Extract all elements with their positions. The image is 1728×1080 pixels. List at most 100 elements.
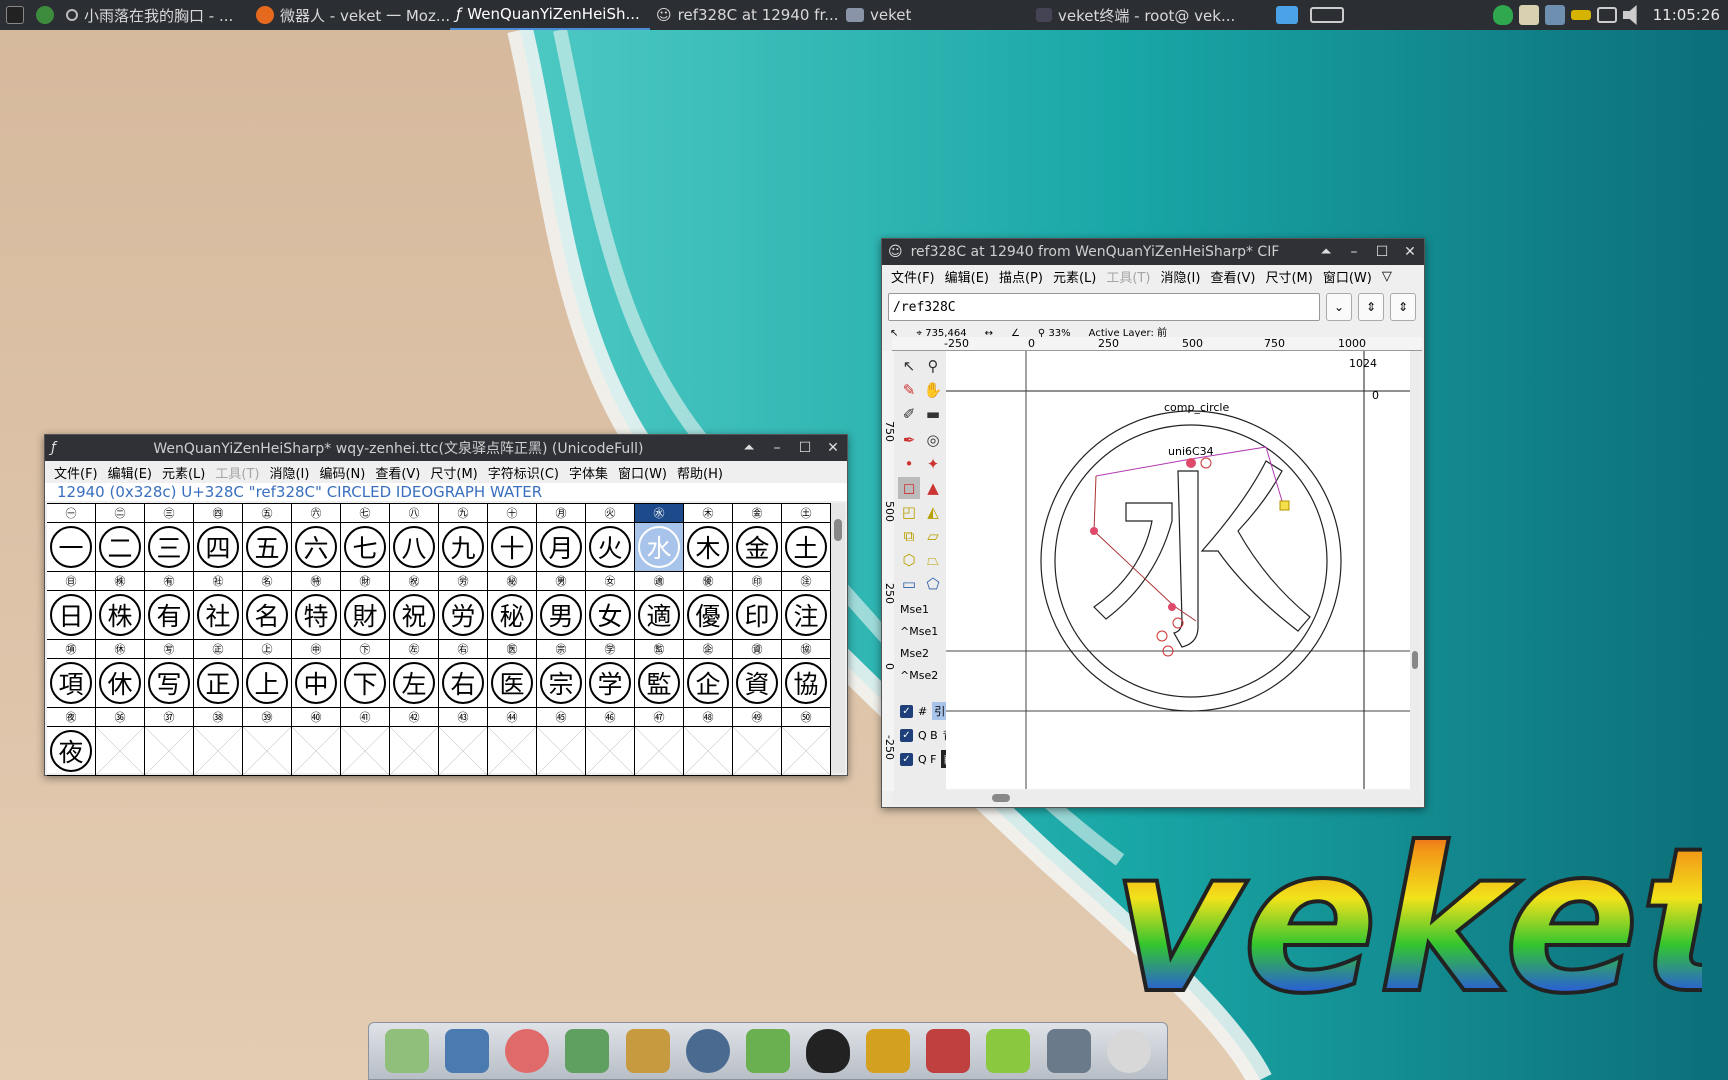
glyph-cell[interactable]: ㊱ [96,708,145,776]
glyph-cell[interactable]: ㊈九 [439,504,488,572]
glyph-cell[interactable]: ㊘労 [439,572,488,640]
menu-tools[interactable]: 工具(T) [210,463,264,482]
spiro-tool-icon[interactable]: ◎ [922,429,944,451]
pencil-tool-icon[interactable]: ✎ [898,379,920,401]
glyph-cell[interactable]: ㊁二 [96,504,145,572]
scroll-thumb[interactable] [834,519,842,541]
drive-icon[interactable] [1046,1029,1091,1073]
maximize-button[interactable]: ☐ [797,440,813,456]
menu-element[interactable]: 元素(L) [157,463,210,482]
glyph-cell[interactable]: ㊤上 [243,640,292,708]
glyph-cell[interactable]: ㊸ [439,708,488,776]
scale-tool-icon[interactable]: ◰ [898,501,920,523]
glyph-cell[interactable]: ㊒有 [145,572,194,640]
menu-window[interactable]: 窗口(W) [1318,267,1377,286]
menu-overflow-icon[interactable]: ▽ [1377,269,1397,284]
glyph-cell[interactable]: ㊉十 [488,504,537,572]
flip-tool-icon[interactable]: ⧉ [898,525,920,547]
glyph-cell[interactable]: ㊧左 [390,640,439,708]
settings-icon[interactable] [1106,1029,1151,1073]
menu-encoding[interactable]: 编码(N) [314,463,370,482]
pet-icon[interactable] [505,1029,550,1073]
shield-icon[interactable] [1492,5,1513,25]
glyph-cell[interactable]: ㊙秘 [488,572,537,640]
glyph-cell[interactable]: ㊡休 [96,640,145,708]
glyph-cell[interactable]: ㊀一 [47,504,96,572]
penguin-icon[interactable] [806,1029,851,1073]
glyph-cell[interactable]: ㊌水 [635,504,684,572]
glyph-cell[interactable]: ㊪宗 [537,640,586,708]
glyph-cell[interactable]: ㊺ [537,708,586,776]
glyph-cell[interactable]: ㊊月 [537,504,586,572]
network-icon[interactable] [745,1029,790,1073]
glyph-cell[interactable]: ㊰夜 [47,708,96,776]
glyph-cell[interactable]: ㊞印 [733,572,782,640]
glyph-cell[interactable]: ㊳ [194,708,243,776]
close-button[interactable]: ✕ [825,440,841,456]
glyph-cell[interactable]: ㊑株 [96,572,145,640]
skew-tool-icon[interactable]: ▱ [922,525,944,547]
task-terminal[interactable]: veket终端 - root@ vek... [1030,0,1270,30]
browser-launcher[interactable] [30,0,60,30]
pen-tool-icon[interactable]: ✒ [898,429,920,451]
glyph-cell[interactable]: ㊗祝 [390,572,439,640]
task-browser[interactable]: 微器人 - veket 一 Moz... [250,0,450,30]
glyph-cell[interactable]: ㊽ [684,708,733,776]
menu-edit[interactable]: 编辑(E) [940,267,994,286]
volume-icon[interactable] [1622,5,1637,25]
scroll-thumb[interactable] [992,794,1010,802]
speaker-icon[interactable] [685,1029,730,1073]
glyph-cell[interactable]: ㊮資 [733,640,782,708]
menu-metrics[interactable]: 尺寸(M) [1260,267,1317,286]
keyboard-icon[interactable] [1596,7,1617,23]
glyph-cell[interactable]: ㊃四 [194,504,243,572]
glyph-cell[interactable]: ㊦下 [341,640,390,708]
glyph-cell[interactable]: ㊓社 [194,572,243,640]
computer-icon[interactable] [445,1029,490,1073]
glyph-name-field[interactable] [888,293,1320,321]
glyph-cell[interactable]: ㊩医 [488,640,537,708]
menu-edit[interactable]: 编辑(E) [103,463,157,482]
knife-tool-icon[interactable]: ✐ [898,403,920,425]
shade-button[interactable]: ⏶ [741,440,757,456]
font-scrollbar[interactable] [831,503,845,773]
menu-cid[interactable]: 字符标识(C) [483,463,564,482]
glyph-cell[interactable]: ㊯協 [782,640,831,708]
glyph-cell[interactable]: ㊍木 [684,504,733,572]
menu-point[interactable]: 描点(P) [994,267,1048,286]
menu-element[interactable]: 元素(L) [1048,267,1101,286]
door-icon[interactable] [866,1029,911,1073]
glyph-cell[interactable]: ㊟注 [782,572,831,640]
glyph-cell[interactable]: ㊖財 [341,572,390,640]
file-manager-icon[interactable] [385,1029,430,1073]
scroll-thumb[interactable] [1412,651,1418,669]
menu-charset[interactable]: 字体集 [564,463,613,482]
glyph-cell[interactable]: ㊇八 [390,504,439,572]
glyph-cell[interactable]: ㊏土 [782,504,831,572]
task-music[interactable]: 小雨落在我的胸口 - ... [60,0,250,30]
task-folder[interactable]: veket [840,0,1030,30]
checkbox-icon[interactable]: ✓ [900,704,913,718]
menu-tools[interactable]: 工具(T) [1101,267,1155,286]
checkbox-icon[interactable]: ✓ [900,728,913,742]
glyph-cell[interactable]: ㊻ [586,708,635,776]
glyph-cell[interactable]: ㊠項 [47,640,96,708]
menu-file[interactable]: 文件(F) [886,267,940,286]
help-icon[interactable] [986,1029,1031,1073]
glyph-cell[interactable]: ㊜適 [635,572,684,640]
glyph-cell[interactable]: ㊴ [243,708,292,776]
curve-point-icon[interactable]: • [898,453,920,475]
minimize-button[interactable]: – [769,440,785,456]
glyph-cell[interactable]: ㊝優 [684,572,733,640]
glyph-cell[interactable]: ㊬監 [635,640,684,708]
clipboard-icon[interactable] [1518,5,1539,25]
magnify-tool-icon[interactable]: ⚲ [922,355,944,377]
prev-next-icon[interactable]: ⇕ [1390,293,1416,321]
corner-point-icon[interactable]: ◻ [898,477,920,499]
glyph-cell[interactable]: ㊶ [341,708,390,776]
glyph-cell[interactable]: ㊐日 [47,572,96,640]
polygon-tool-icon[interactable]: ⬠ [922,573,944,595]
font-window-titlebar[interactable]: ƒ WenQuanYiZenHeiSharp* wqy-zenhei.ttc(文… [45,435,847,461]
prev-next-icon[interactable]: ⇕ [1358,293,1384,321]
paint-icon[interactable] [625,1029,670,1073]
